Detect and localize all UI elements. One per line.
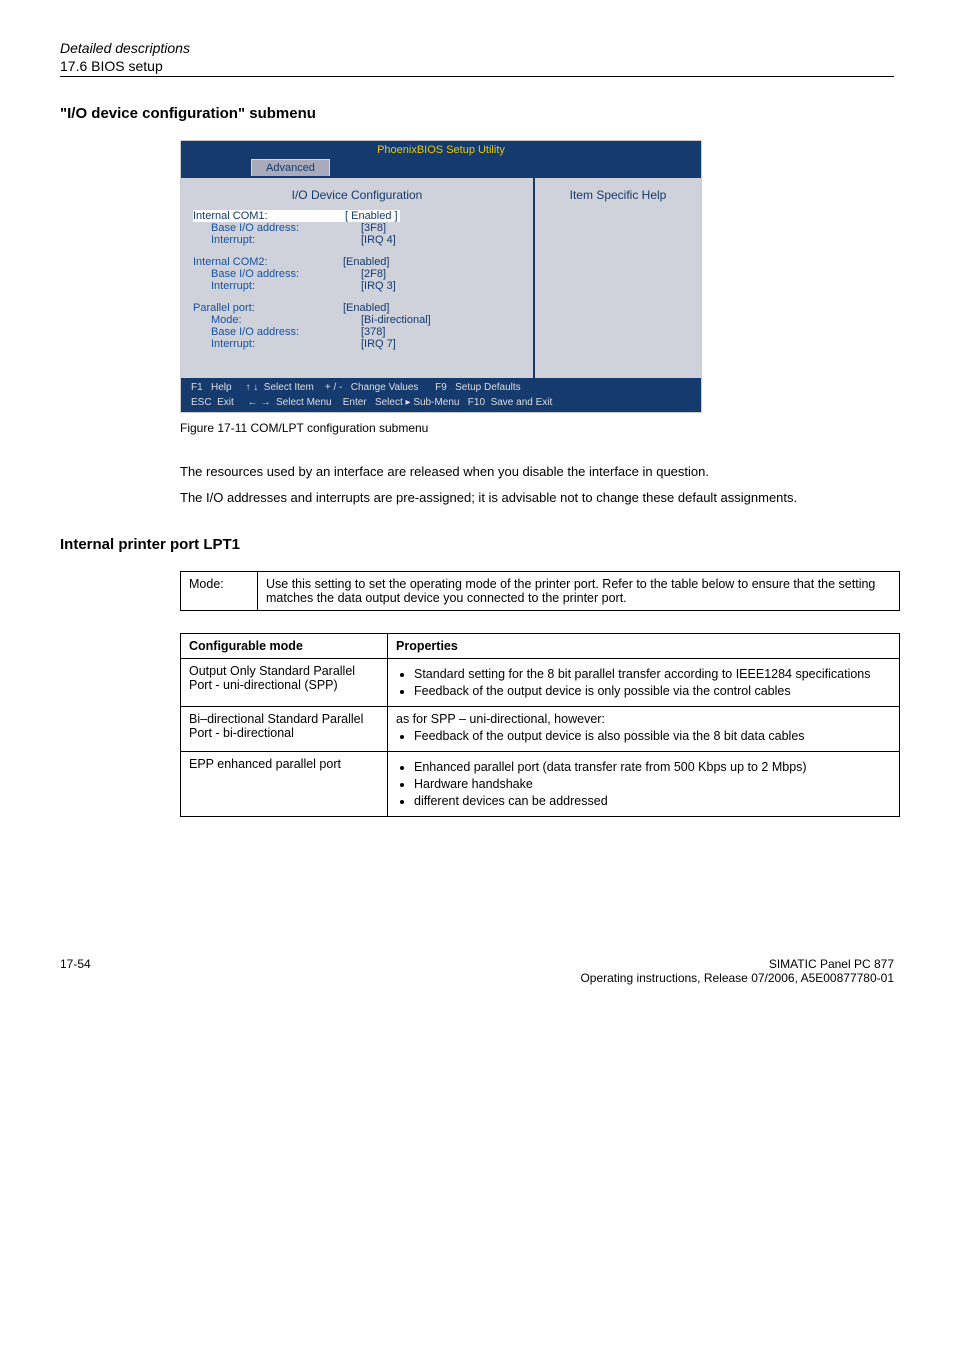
modes-table: Configurable mode Properties Output Only…	[180, 633, 900, 817]
header-italic: Detailed descriptions	[60, 40, 894, 56]
table-row: EPP enhanced parallel port Enhanced para…	[181, 752, 900, 817]
list-item: Enhanced parallel port (data transfer ra…	[414, 760, 891, 774]
lpt-io: [378]	[361, 326, 385, 338]
list-item: Feedback of the output device is only po…	[414, 684, 891, 698]
lpt-irq-label: Interrupt:	[193, 338, 361, 350]
lpt-enabled: [Enabled]	[343, 302, 389, 314]
bios-footer-line1: F1 Help ↑ ↓ Select Item + / - Change Val…	[191, 382, 521, 393]
bios-help-heading: Item Specific Help	[543, 184, 693, 210]
props-cell: Standard setting for the 8 bit parallel …	[388, 659, 900, 707]
com2-label: Internal COM2:	[193, 256, 343, 268]
table-row: Output Only Standard Parallel Port - uni…	[181, 659, 900, 707]
props-intro: as for SPP – uni-directional, however:	[396, 712, 891, 726]
com1-io-label: Base I/O address:	[193, 222, 361, 234]
mode-text: Use this setting to set the operating mo…	[258, 572, 900, 611]
bios-com1: Internal COM1: [ Enabled ] Base I/O addr…	[193, 210, 521, 246]
props-cell: Enhanced parallel port (data transfer ra…	[388, 752, 900, 817]
com2-enabled: [Enabled]	[343, 256, 389, 268]
lpt-heading: Internal printer port LPT1	[60, 536, 894, 553]
submenu-heading: "I/O device configuration" submenu	[60, 105, 894, 122]
com2-io-label: Base I/O address:	[193, 268, 361, 280]
bios-help-panel: Item Specific Help	[535, 178, 701, 378]
footer-doc: Operating instructions, Release 07/2006,…	[580, 971, 894, 985]
modes-head2: Properties	[388, 634, 900, 659]
bios-subhead: I/O Device Configuration	[193, 184, 521, 210]
bios-footer-2: ESC Exit ← → Select Menu Enter Select ▸ …	[181, 397, 701, 412]
com1-label: Internal COM1:	[193, 210, 343, 222]
bios-title: PhoenixBIOS Setup Utility	[181, 141, 701, 159]
bios-footer-line2: ESC Exit ← → Select Menu Enter Select ▸ …	[191, 397, 552, 408]
list-item: Feedback of the output device is also po…	[414, 729, 891, 743]
mode-cell: Output Only Standard Parallel Port - uni…	[181, 659, 388, 707]
para1: The resources used by an interface are r…	[180, 463, 894, 481]
mode-cell: Bi–directional Standard Parallel Port - …	[181, 707, 388, 752]
com1-io: [3F8]	[361, 222, 386, 234]
table-row: Bi–directional Standard Parallel Port - …	[181, 707, 900, 752]
com1-irq-label: Interrupt:	[193, 234, 361, 246]
lpt-label: Parallel port:	[193, 302, 343, 314]
com2-irq-label: Interrupt:	[193, 280, 361, 292]
list-item: Standard setting for the 8 bit parallel …	[414, 667, 891, 681]
list-item: different devices can be addressed	[414, 794, 891, 808]
footer-product: SIMATIC Panel PC 877	[580, 957, 894, 971]
com1-enabled: [ Enabled ]	[343, 210, 400, 222]
lpt-mode: [Bi-directional]	[361, 314, 431, 326]
mode-table: Mode: Use this setting to set the operat…	[180, 571, 900, 611]
page-header: Detailed descriptions 17.6 BIOS setup	[60, 40, 894, 77]
com2-io: [2F8]	[361, 268, 386, 280]
para2: The I/O addresses and interrupts are pre…	[180, 489, 894, 507]
lpt-irq: [IRQ 7]	[361, 338, 396, 350]
com2-irq: [IRQ 3]	[361, 280, 396, 292]
bios-left-panel: I/O Device Configuration Internal COM1: …	[181, 178, 535, 378]
header-section: 17.6 BIOS setup	[60, 58, 894, 77]
props-cell: as for SPP – uni-directional, however: F…	[388, 707, 900, 752]
figure-caption: Figure 17-11 COM/LPT configuration subme…	[180, 421, 894, 435]
mode-label: Mode:	[181, 572, 258, 611]
bios-lpt: Parallel port: [Enabled] Mode: [Bi-direc…	[193, 302, 521, 350]
lpt-io-label: Base I/O address:	[193, 326, 361, 338]
mode-cell: EPP enhanced parallel port	[181, 752, 388, 817]
page-number: 17-54	[60, 957, 91, 985]
page-footer: 17-54 SIMATIC Panel PC 877 Operating ins…	[60, 957, 894, 985]
lpt-mode-label: Mode:	[193, 314, 361, 326]
bios-screenshot: PhoenixBIOS Setup Utility Advanced I/O D…	[180, 140, 702, 413]
list-item: Hardware handshake	[414, 777, 891, 791]
bios-tabs: Advanced	[181, 159, 701, 178]
modes-head1: Configurable mode	[181, 634, 388, 659]
bios-com2: Internal COM2: [Enabled] Base I/O addres…	[193, 256, 521, 292]
bios-tab-advanced: Advanced	[251, 159, 330, 176]
bios-footer: F1 Help ↑ ↓ Select Item + / - Change Val…	[181, 378, 701, 397]
com1-irq: [IRQ 4]	[361, 234, 396, 246]
